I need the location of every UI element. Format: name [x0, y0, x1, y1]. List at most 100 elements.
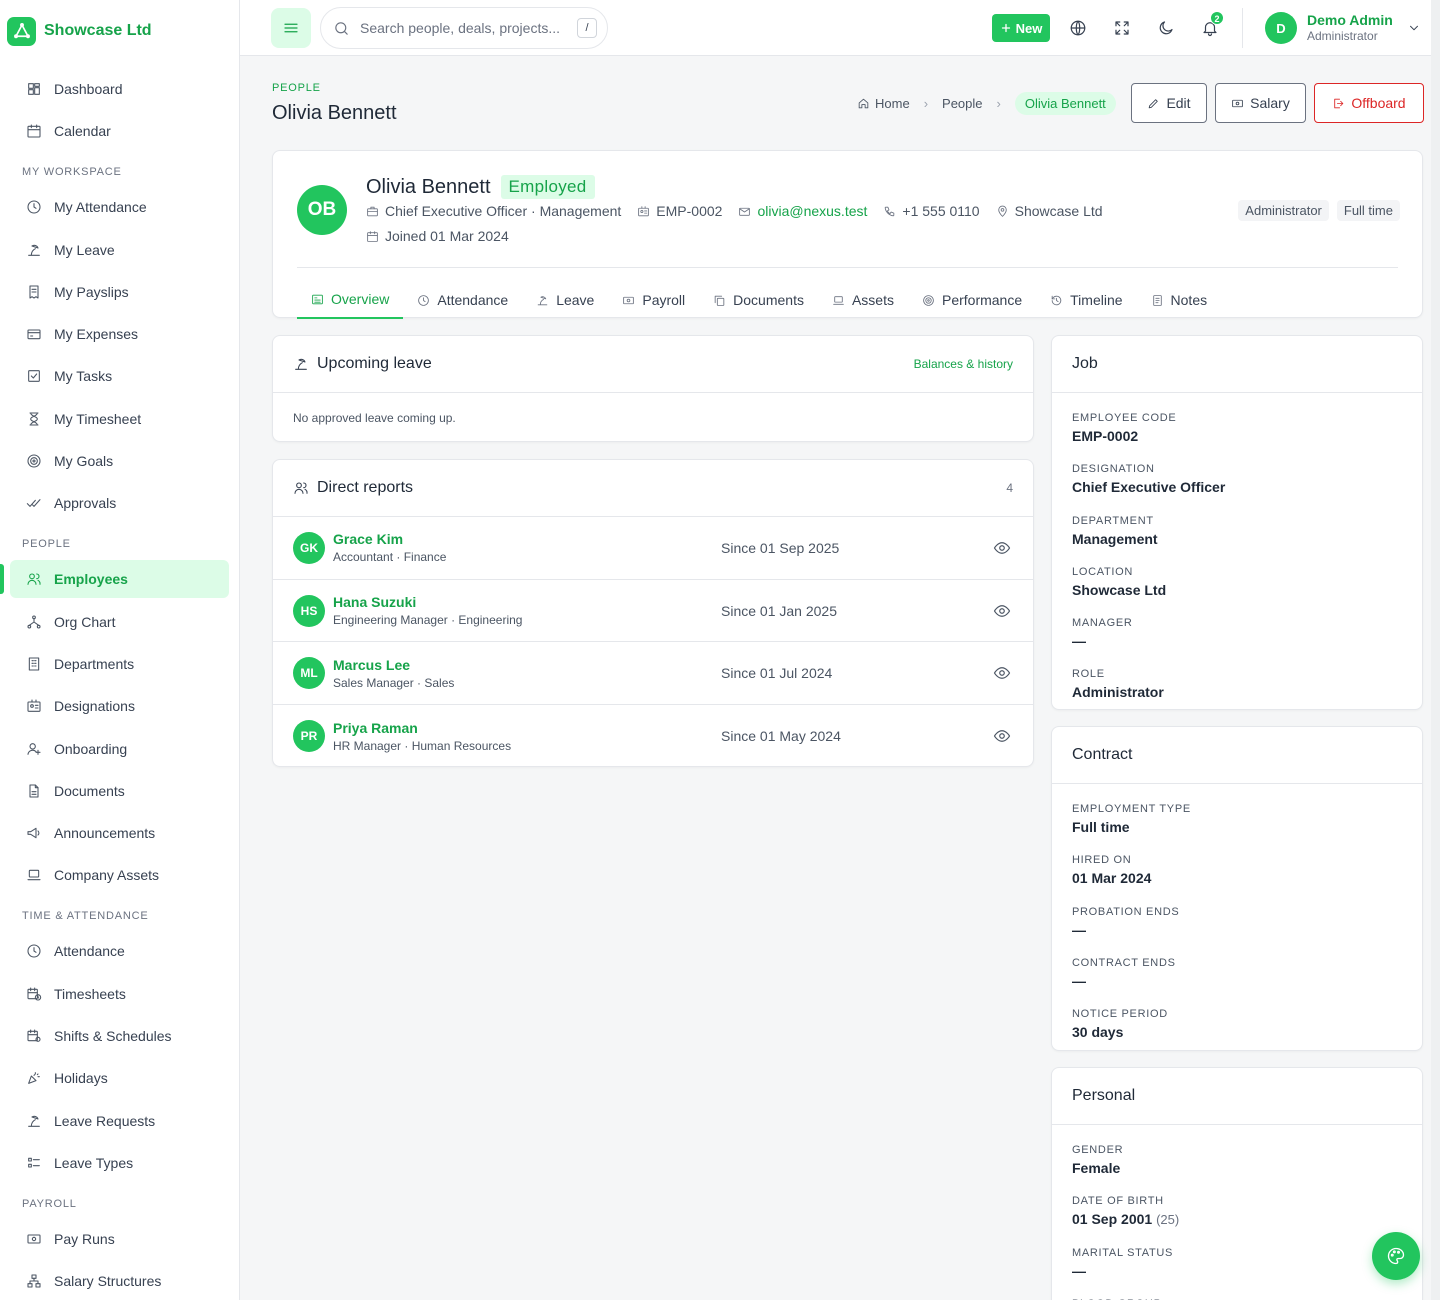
cash-icon: [1232, 99, 1243, 107]
report-since: Since 01 Sep 2025: [721, 539, 840, 556]
sidebar-item-designations[interactable]: Designations: [10, 687, 229, 725]
field-label: CONTRACT ENDS: [1072, 956, 1176, 969]
tab-label: Attendance: [437, 292, 509, 308]
search-box[interactable]: /: [320, 7, 608, 49]
sidebar-item-my-payslips[interactable]: My Payslips: [10, 273, 229, 311]
sidebar-section-my-workspace: MY WORKSPACE: [22, 166, 122, 179]
calendar-clock-icon: [27, 987, 42, 1001]
tab-attendance[interactable]: Attendance: [403, 281, 522, 319]
sidebar-item-org-chart[interactable]: Org Chart: [10, 603, 229, 641]
profile-email-link[interactable]: olivia@nexus.test: [757, 203, 867, 219]
view-report-button[interactable]: [993, 664, 1011, 682]
sidebar-item-label: Documents: [54, 782, 125, 799]
balances-history-link[interactable]: Balances & history: [914, 357, 1013, 371]
tab-payroll[interactable]: Payroll: [608, 281, 699, 319]
field-value-text: Administrator: [1072, 684, 1164, 701]
sidebar-item-label: Org Chart: [54, 613, 116, 630]
report-name-link[interactable]: Hana Suzuki: [333, 594, 522, 610]
tab-leave[interactable]: Leave: [522, 281, 608, 319]
sidebar-item-my-timesheet[interactable]: My Timesheet: [10, 400, 229, 438]
page-scrollbar[interactable]: [1431, 0, 1440, 1300]
salary-button[interactable]: Salary: [1215, 83, 1306, 123]
tab-performance[interactable]: Performance: [908, 281, 1036, 319]
moon-icon: [1159, 21, 1173, 35]
report-name-link[interactable]: Grace Kim: [333, 531, 446, 547]
topbar-divider: [1242, 8, 1243, 48]
sidebar-item-departments[interactable]: Departments: [10, 645, 229, 683]
tab-assets[interactable]: Assets: [818, 281, 908, 319]
tab-label: Overview: [331, 291, 390, 307]
tab-notes[interactable]: Notes: [1137, 281, 1222, 319]
sidebar-item-calendar[interactable]: Calendar: [10, 112, 229, 150]
theme-toggle-button[interactable]: [1152, 14, 1180, 42]
sidebar-item-employees[interactable]: Employees: [0, 560, 229, 599]
user-menu[interactable]: D Demo Admin Administrator: [1265, 12, 1421, 44]
profile-name: Olivia Bennett: [366, 175, 491, 198]
sidebar-item-approvals[interactable]: Approvals: [10, 484, 229, 522]
fullscreen-button[interactable]: [1108, 14, 1136, 42]
sidebar-item-my-leave[interactable]: My Leave: [10, 231, 229, 269]
laptop-icon: [833, 295, 844, 305]
home-icon: [858, 98, 869, 108]
mail-icon: [739, 207, 751, 216]
search-icon: [335, 21, 348, 35]
report-since: Since 01 Jul 2024: [721, 665, 833, 682]
globe-icon: [1070, 20, 1086, 36]
map-pin-icon: [997, 205, 1007, 217]
job-card: Job EMPLOYEE CODE EMP-0002 DESIGNATION Chie…: [1051, 335, 1423, 710]
sidebar-item-my-attendance[interactable]: My Attendance: [10, 188, 229, 226]
field-designation: DESIGNATION Chief Executive Officer: [1072, 463, 1402, 512]
sidebar-item-leave-requests[interactable]: Leave Requests: [10, 1102, 229, 1140]
sidebar-item-onboarding[interactable]: Onboarding: [10, 730, 229, 768]
brand[interactable]: Showcase Ltd: [0, 0, 239, 62]
sidebar-item-attendance[interactable]: Attendance: [10, 932, 229, 970]
edit-button[interactable]: Edit: [1131, 83, 1207, 123]
sidebar-item-dashboard[interactable]: Dashboard: [10, 70, 229, 108]
avatar: GK: [293, 531, 325, 564]
field-value-text: —: [1072, 633, 1086, 650]
offboard-button[interactable]: Offboard: [1314, 83, 1424, 123]
tab-overview[interactable]: Overview: [297, 281, 404, 319]
field-marital-status: MARITAL STATUS —: [1072, 1247, 1402, 1296]
new-button[interactable]: New: [992, 14, 1050, 42]
language-button[interactable]: [1064, 14, 1092, 42]
search-input[interactable]: [360, 20, 560, 36]
breadcrumb: Home › People › Olivia Bennett: [857, 91, 1116, 115]
field-notice-period: NOTICE PERIOD 30 days: [1072, 1008, 1402, 1057]
status-badge: Employed: [500, 175, 595, 199]
brand-logo-icon: [7, 16, 36, 46]
view-report-button[interactable]: [993, 602, 1011, 620]
sidebar-item-holidays[interactable]: Holidays: [10, 1059, 229, 1097]
tab-timeline[interactable]: Timeline: [1036, 281, 1136, 319]
menu-toggle-button[interactable]: [271, 8, 311, 48]
sidebar-item-announcements[interactable]: Announcements: [10, 814, 229, 852]
sidebar-item-my-tasks[interactable]: My Tasks: [10, 357, 229, 395]
view-report-button[interactable]: [993, 727, 1011, 745]
direct-reports-title: Direct reports: [293, 479, 413, 497]
sidebar-item-company-assets[interactable]: Company Assets: [10, 856, 229, 894]
field-value-text: 30 days: [1072, 1024, 1124, 1041]
sidebar-item-label: Employees: [54, 571, 128, 588]
sidebar-item-pay-runs[interactable]: Pay Runs: [10, 1220, 229, 1258]
breadcrumb-home[interactable]: Home: [857, 96, 910, 111]
page-title: Olivia Bennett: [272, 102, 397, 124]
profile-tabs: Overview Attendance Leave Payroll Documents A…: [297, 281, 1221, 319]
field-value-text: —: [1072, 972, 1086, 989]
notifications-button[interactable]: 2: [1196, 11, 1224, 42]
sidebar-item-timesheets[interactable]: Timesheets: [10, 975, 229, 1013]
sidebar-item-leave-types[interactable]: Leave Types: [10, 1144, 229, 1182]
sidebar-item-shifts-and-schedules[interactable]: Shifts & Schedules: [10, 1017, 229, 1055]
view-report-button[interactable]: [993, 539, 1011, 557]
tab-label: Timeline: [1070, 292, 1123, 308]
theme-customizer-button[interactable]: [1372, 1232, 1420, 1280]
tab-documents[interactable]: Documents: [699, 281, 818, 319]
sidebar-item-salary-structures[interactable]: Salary Structures: [10, 1262, 229, 1300]
sidebar-item-documents[interactable]: Documents: [10, 772, 229, 810]
sidebar-nav: Dashboard Calendar MY WORKSPACE My Attendan…: [0, 62, 239, 1300]
breadcrumb-people[interactable]: People: [942, 96, 982, 111]
report-name-link[interactable]: Marcus Lee: [333, 657, 454, 673]
report-name-link[interactable]: Priya Raman: [333, 720, 511, 736]
field-value-text: —: [1072, 921, 1086, 938]
sidebar-item-my-goals[interactable]: My Goals: [10, 442, 229, 480]
sidebar-item-my-expenses[interactable]: My Expenses: [10, 315, 229, 353]
